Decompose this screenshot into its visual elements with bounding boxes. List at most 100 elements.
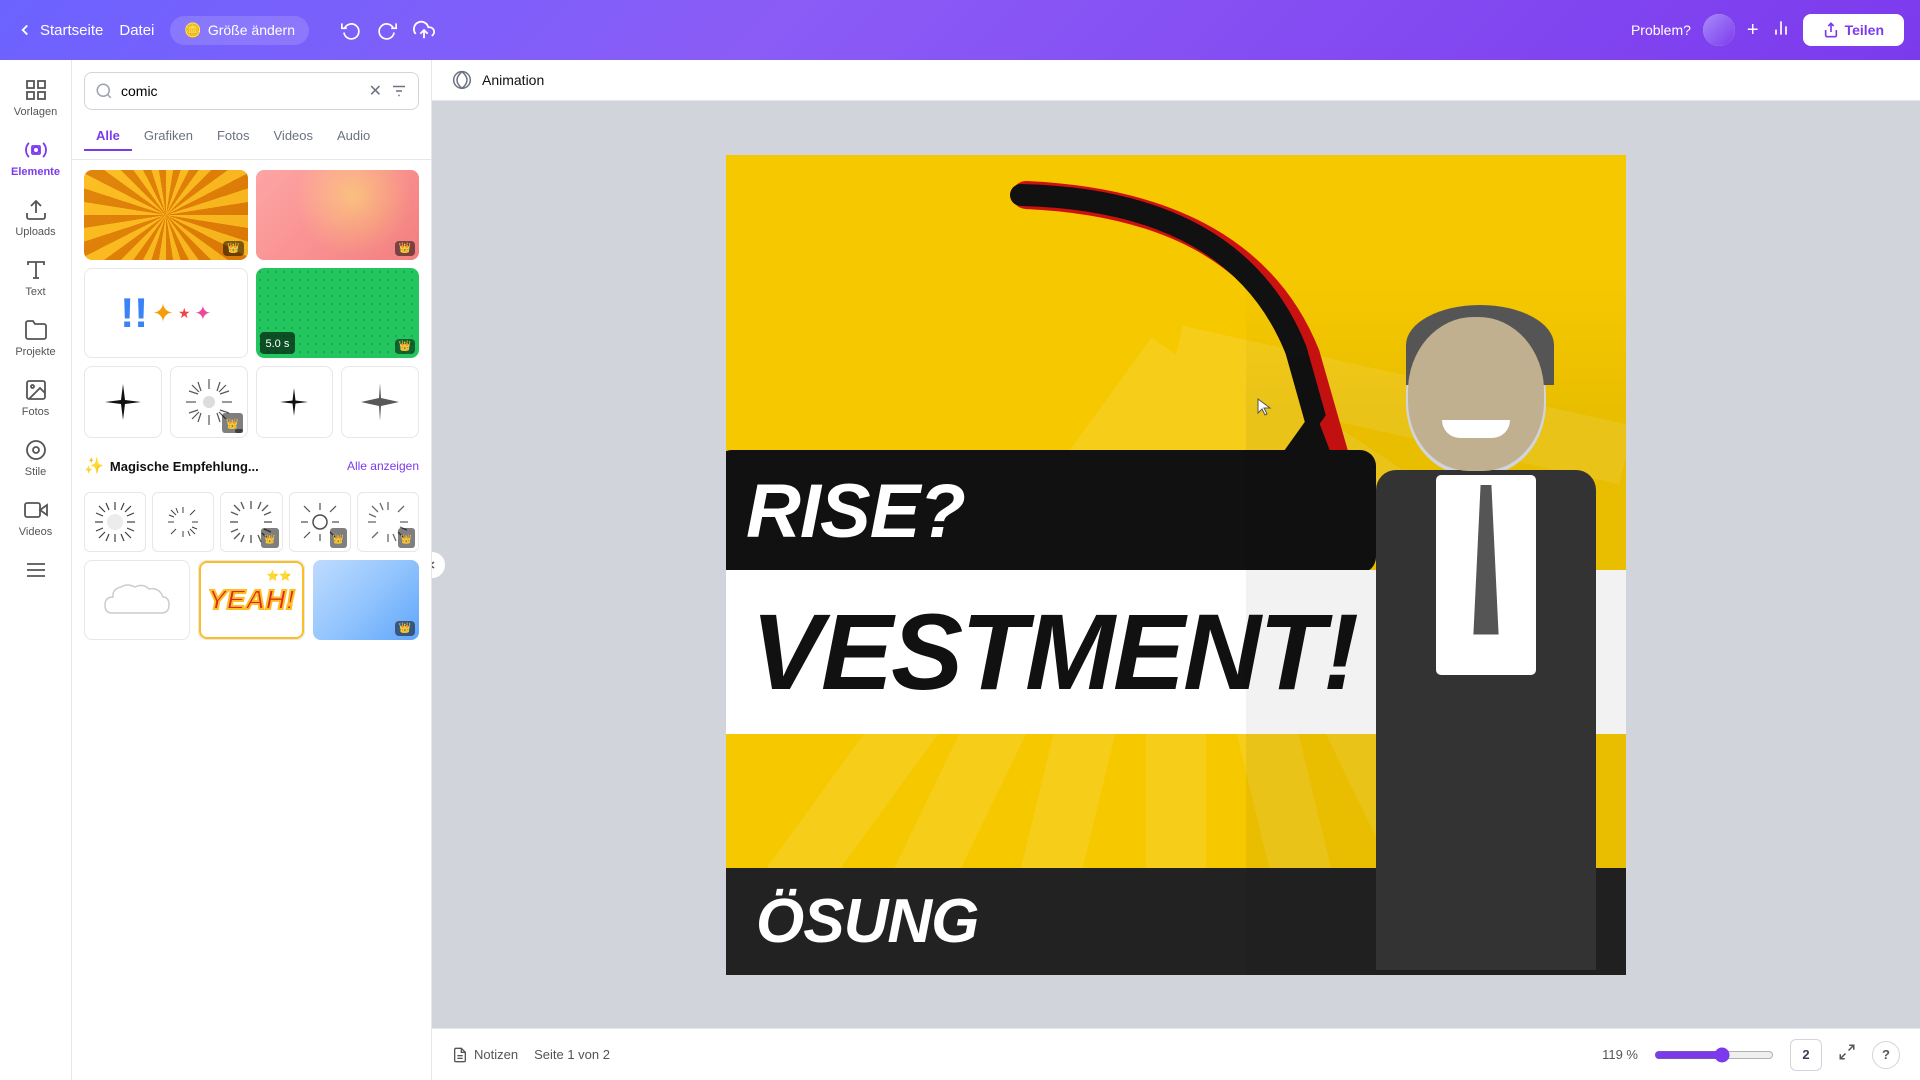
search-bar: ✕ <box>84 72 419 110</box>
sidebar-item-videos[interactable]: Videos <box>6 490 66 546</box>
crown-icon-blue: 👑 <box>399 623 411 634</box>
burst-thumb-1[interactable] <box>84 492 146 552</box>
problem-button[interactable]: Problem? <box>1631 22 1691 38</box>
duration-badge: 5.0 s <box>260 332 296 354</box>
burst-thumb-3[interactable]: 👑 <box>220 492 282 552</box>
share-icon <box>1823 22 1839 38</box>
sidebar-item-projekte[interactable]: Projekte <box>6 310 66 366</box>
rise-text: RISE? <box>746 469 965 554</box>
back-label: Startseite <box>40 22 103 39</box>
yeah-text: YEAH! <box>208 584 295 616</box>
thumbnail-stars-exclaim[interactable]: !! ✦ ★ ✦ <box>84 268 248 358</box>
cloud-icon-thumb <box>97 575 177 625</box>
thumbnail-sunburst[interactable]: 👑 <box>84 170 248 260</box>
search-filter-button[interactable] <box>390 82 408 100</box>
chart-icon <box>1771 18 1791 38</box>
help-button[interactable]: ? <box>1872 1041 1900 1069</box>
tab-grafiken[interactable]: Grafiken <box>132 122 205 151</box>
burst-grid: 👑 <box>84 492 419 552</box>
topbar: Startseite Datei 🪙 Größe ändern <box>0 0 1920 60</box>
crown-badge-blue: 👑 <box>395 621 415 636</box>
main-layout: Vorlagen Elemente Uploads Text <box>0 60 1920 1080</box>
search-clear-button[interactable]: ✕ <box>369 81 382 101</box>
notes-button[interactable]: Notizen <box>452 1047 518 1063</box>
tab-audio[interactable]: Audio <box>325 122 382 151</box>
thumbnail-grid-second: !! ✦ ★ ✦ 5.0 s 👑 <box>84 268 419 358</box>
sidebar-item-lines[interactable] <box>6 550 66 590</box>
crown-burst-4: 👑 <box>333 534 344 544</box>
crown-badge-1: 👑 <box>223 241 243 256</box>
redo-button[interactable] <box>377 20 397 40</box>
crown-burst-3: 👑 <box>264 534 275 544</box>
recommendation-title: Magische Empfehlung... <box>110 459 259 474</box>
back-button[interactable]: Startseite <box>16 21 103 39</box>
page-nav-button[interactable]: 2 <box>1790 1039 1822 1071</box>
fullscreen-button[interactable] <box>1838 1043 1856 1066</box>
thumbnail-yeah[interactable]: YEAH! ⭐⭐ <box>198 560 304 640</box>
topbar-actions <box>341 19 435 41</box>
tab-alle[interactable]: Alle <box>84 122 132 151</box>
sidebar-item-fotos[interactable]: Fotos <box>6 370 66 426</box>
thumbnail-radial-burst[interactable]: 👑 <box>170 366 248 438</box>
share-button[interactable]: Teilen <box>1803 14 1904 46</box>
show-all-link[interactable]: Alle anzeigen <box>347 459 419 473</box>
analytics-button[interactable] <box>1771 18 1791 43</box>
thumbnail-comic-popart[interactable]: 👑 <box>256 170 420 260</box>
resize-label: Größe ändern <box>208 22 295 38</box>
thumbnail-elongated-star[interactable] <box>341 366 419 438</box>
thumbnail-grid-top: 👑 👑 <box>84 170 419 260</box>
cloud-icon <box>413 19 435 41</box>
zoom-slider[interactable] <box>1654 1047 1774 1063</box>
canvas-wrapper[interactable]: RISE? VESTMENT! ÖSUNG <box>432 101 1920 1028</box>
user-avatar[interactable] <box>1703 14 1735 46</box>
sidebar-item-text[interactable]: Text <box>6 250 66 306</box>
panel-content: 👑 👑 <box>72 160 431 1080</box>
burst-thumb-5[interactable]: 👑 <box>357 492 419 552</box>
thumbnail-4star-small[interactable] <box>256 366 334 438</box>
crown-burst-5: 👑 <box>401 534 412 544</box>
add-button[interactable]: + <box>1747 19 1759 42</box>
4star-small-icon <box>279 387 309 417</box>
thumbnail-blue-gradient[interactable]: 👑 <box>313 560 419 640</box>
search-icon <box>95 82 113 100</box>
fotos-label: Fotos <box>22 406 50 418</box>
resize-button[interactable]: 🪙 Größe ändern <box>170 16 309 45</box>
crown-icon-1: 👑 <box>227 243 239 254</box>
4star-large-icon <box>103 382 143 422</box>
tab-videos[interactable]: Videos <box>262 122 326 151</box>
tab-fotos[interactable]: Fotos <box>205 122 262 151</box>
videos-icon <box>24 498 48 522</box>
crown-badge-2: 👑 <box>395 241 415 256</box>
burst-thumb-2[interactable] <box>152 492 214 552</box>
uploads-icon <box>24 198 48 222</box>
sidebar-icons: Vorlagen Elemente Uploads Text <box>0 60 72 1080</box>
sidebar-item-stile[interactable]: Stile <box>6 430 66 486</box>
left-panel: ✕ Alle Grafiken Fotos Videos Audio <box>72 60 432 1080</box>
projekte-label: Projekte <box>15 346 55 358</box>
man-figure <box>1246 275 1626 975</box>
sidebar-item-uploads[interactable]: Uploads <box>6 190 66 246</box>
yeah-container: YEAH! ⭐⭐ <box>199 561 303 639</box>
sidebar-item-elemente[interactable]: Elemente <box>6 130 66 186</box>
thumbnail-green-halftone[interactable]: 5.0 s 👑 <box>256 268 420 358</box>
sidebar-item-vorlagen[interactable]: Vorlagen <box>6 70 66 126</box>
animation-bar: Animation <box>432 60 1920 101</box>
bottom-bar: Notizen Seite 1 von 2 119 % 2 ? <box>432 1028 1920 1080</box>
burst-thumb-4[interactable]: 👑 <box>289 492 351 552</box>
undo-button[interactable] <box>341 20 361 40</box>
crown-icon-3: 👑 <box>399 341 411 352</box>
crown-badge-3: 👑 <box>395 339 415 354</box>
thumbnail-cloud[interactable] <box>84 560 190 640</box>
redo-icon <box>377 20 397 40</box>
recommendation-header: ✨ Magische Empfehlung... Alle anzeigen <box>84 448 419 484</box>
undo-icon <box>341 20 361 40</box>
text-icon <box>24 258 48 282</box>
cloud-save-button[interactable] <box>413 19 435 41</box>
collapse-panel-button[interactable] <box>432 551 446 579</box>
thumbnail-4star-large[interactable] <box>84 366 162 438</box>
resize-icon: 🪙 <box>184 22 201 39</box>
search-input[interactable] <box>121 83 361 99</box>
filter-tabs: Alle Grafiken Fotos Videos Audio <box>72 122 431 160</box>
file-menu[interactable]: Datei <box>119 22 154 39</box>
text-label: Text <box>25 286 45 298</box>
